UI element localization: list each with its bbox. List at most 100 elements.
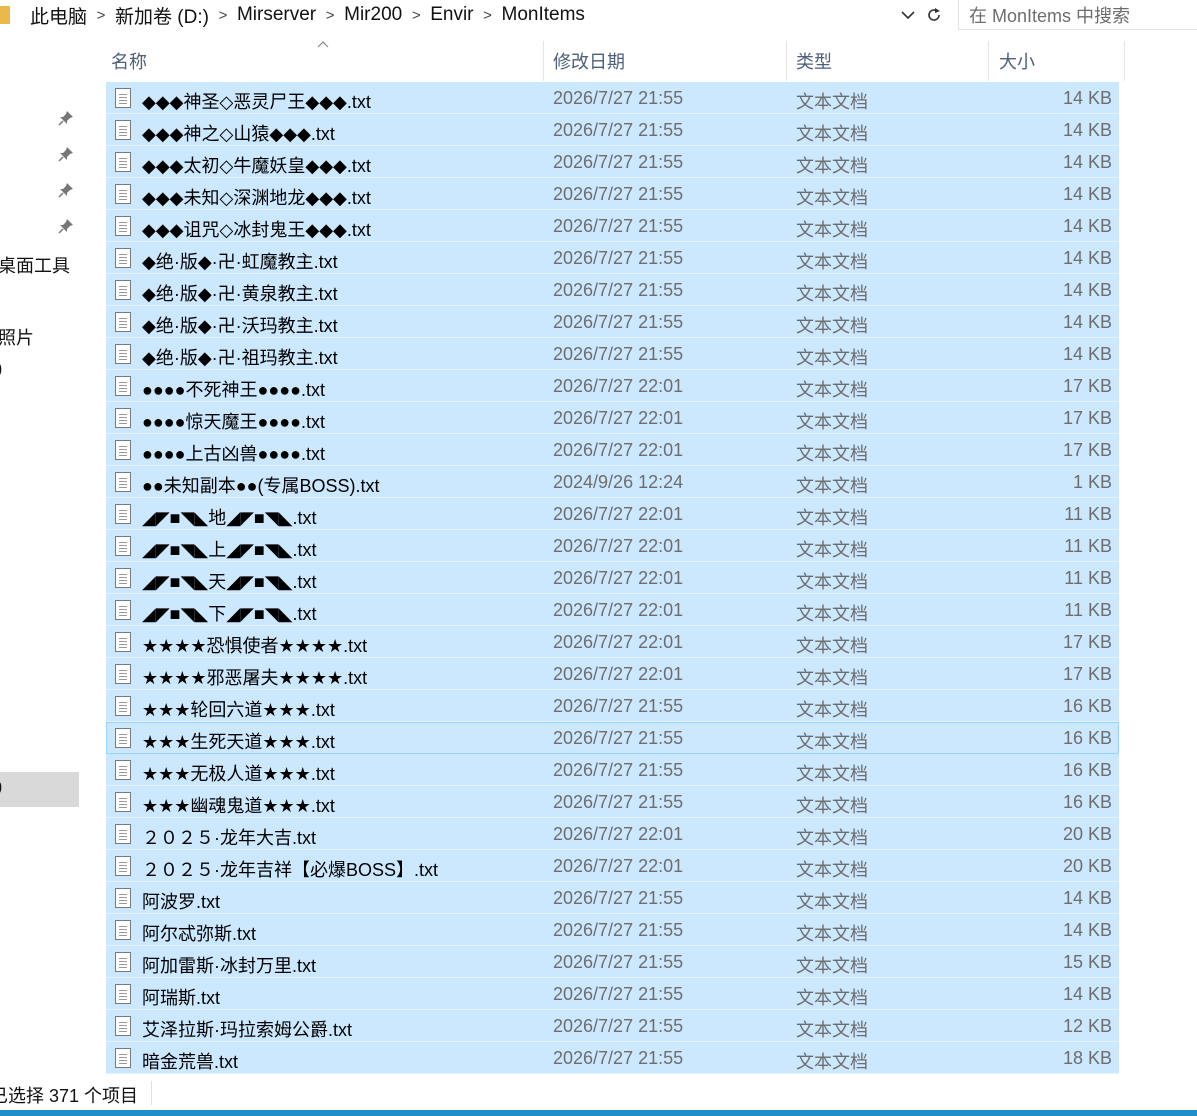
file-date: 2026/7/27 21:55	[553, 728, 684, 748]
file-date: 2026/7/27 22:01	[553, 568, 684, 588]
file-type: 文本文档	[796, 860, 868, 880]
text-file-icon	[115, 760, 131, 780]
file-size: 17 KB	[1062, 632, 1112, 652]
file-type: 文本文档	[796, 988, 868, 1008]
breadcrumb[interactable]: 此电脑 > 新加卷 (D:) > Mirserver > Mir200 > En…	[0, 0, 920, 30]
file-row[interactable]: ★★★无极人道★★★.txt 2026/7/27 21:55 文本文档 16 KB	[106, 754, 1119, 786]
file-size: 17 KB	[1062, 440, 1112, 460]
file-name: ★★★★邪恶屠夫★★★★.txt	[142, 668, 368, 688]
file-row[interactable]: ◢◤■◥◣天◢◤■◥◣.txt 2026/7/27 22:01 文本文档 11 KB	[106, 562, 1119, 594]
file-row[interactable]: 阿瑞斯.txt 2026/7/27 21:55 文本文档 14 KB	[106, 978, 1119, 1010]
file-row[interactable]: ◆绝·版◆·卍·虹魔教主.txt 2026/7/27 21:55 文本文档 14 KB	[106, 242, 1119, 274]
text-file-icon	[115, 600, 131, 620]
file-row[interactable]: 暗金荒兽.txt 2026/7/27 21:55 文本文档 18 KB	[106, 1042, 1119, 1074]
file-name: ●●●●惊天魔王●●●●.txt	[142, 412, 325, 432]
file-name: ◢◤■◥◣下◢◤■◥◣.txt	[142, 604, 317, 624]
crumb-monitems[interactable]: MonItems	[502, 4, 585, 26]
text-file-icon	[115, 1048, 131, 1068]
file-row[interactable]: ◢◤■◥◣地◢◤■◥◣.txt 2026/7/27 22:01 文本文档 11 KB	[106, 498, 1119, 530]
file-row[interactable]: 阿波罗.txt 2026/7/27 21:55 文本文档 14 KB	[106, 882, 1119, 914]
file-size: 17 KB	[1062, 376, 1112, 396]
text-file-icon	[115, 792, 131, 812]
search-input[interactable]: 在 MonItems 中搜索	[958, 0, 1197, 30]
file-row[interactable]: ★★★轮回六道★★★.txt 2026/7/27 21:55 文本文档 16 KB	[106, 690, 1119, 722]
chevron-right-icon[interactable]: >	[474, 7, 502, 24]
file-date: 2026/7/27 22:01	[553, 376, 684, 396]
column-header-type[interactable]: 类型	[791, 41, 989, 81]
text-file-icon	[115, 984, 131, 1004]
crumb-this-pc[interactable]: 此电脑	[30, 2, 87, 29]
address-history-chevron-down-icon[interactable]	[897, 4, 919, 26]
file-row[interactable]: ◆◆◆诅咒◇冰封鬼王◆◆◆.txt 2026/7/27 21:55 文本文档 14 K…	[106, 210, 1119, 242]
file-row[interactable]: 阿尔忒弥斯.txt 2026/7/27 21:55 文本文档 14 KB	[106, 914, 1119, 946]
crumb-drive[interactable]: 新加卷 (D:)	[115, 2, 209, 29]
file-row[interactable]: ●●●●不死神王●●●●.txt 2026/7/27 22:01 文本文档 17 KB	[106, 370, 1119, 402]
file-date: 2026/7/27 22:01	[553, 536, 684, 556]
file-name: ★★★生死天道★★★.txt	[142, 732, 335, 752]
file-name: ◆◆◆太初◇牛魔妖皇◆◆◆.txt	[142, 156, 371, 176]
nav-item-photos[interactable]: 照片	[0, 324, 34, 350]
file-row[interactable]: ◆◆◆神之◇山猿◆◆◆.txt 2026/7/27 21:55 文本文档 14 KB	[106, 114, 1119, 146]
column-header-size[interactable]: 大小	[994, 41, 1125, 81]
file-row[interactable]: ２０２５·龙年大吉.txt 2026/7/27 22:01 文本文档 20 KB	[106, 818, 1119, 850]
file-name: ◆绝·版◆·卍·虹魔教主.txt	[142, 252, 338, 272]
chevron-right-icon[interactable]: >	[209, 7, 237, 24]
text-file-icon	[115, 536, 131, 556]
file-row[interactable]: ●●●●惊天魔王●●●●.txt 2026/7/27 22:01 文本文档 17 KB	[106, 402, 1119, 434]
file-size: 14 KB	[1062, 344, 1112, 364]
file-row[interactable]: 阿加雷斯·冰封万里.txt 2026/7/27 21:55 文本文档 15 KB	[106, 946, 1119, 978]
file-row[interactable]: ★★★幽魂鬼道★★★.txt 2026/7/27 21:55 文本文档 16 KB	[106, 786, 1119, 818]
file-row[interactable]: ◆◆◆未知◇深渊地龙◆◆◆.txt 2026/7/27 21:55 文本文档 14 K…	[106, 178, 1119, 210]
file-row[interactable]: ◆绝·版◆·卍·沃玛教主.txt 2026/7/27 21:55 文本文档 14 KB	[106, 306, 1119, 338]
file-row[interactable]: ●●●●上古凶兽●●●●.txt 2026/7/27 22:01 文本文档 17 KB	[106, 434, 1119, 466]
file-row[interactable]: ２０２５·龙年吉祥【必爆BOSS】.txt 2026/7/27 22:01 文本文档…	[106, 850, 1119, 882]
file-date: 2026/7/27 22:01	[553, 504, 684, 524]
file-size: 16 KB	[1062, 728, 1112, 748]
file-size: 14 KB	[1062, 120, 1112, 140]
chevron-right-icon[interactable]: >	[316, 7, 344, 24]
chevron-right-icon[interactable]: >	[87, 7, 115, 24]
file-row[interactable]: ●●未知副本●●(专属BOSS).txt 2024/9/26 12:24 文本文档 1…	[106, 466, 1119, 498]
file-size: 17 KB	[1062, 664, 1112, 684]
file-row[interactable]: ◆绝·版◆·卍·黄泉教主.txt 2026/7/27 21:55 文本文档 14 KB	[106, 274, 1119, 306]
pin-icon[interactable]	[58, 182, 74, 198]
status-bar: 已选择 371 个项目	[0, 1077, 1197, 1110]
file-row[interactable]: ◆◆◆神圣◇恶灵尸王◆◆◆.txt 2026/7/27 21:55 文本文档 14 K…	[106, 82, 1119, 114]
nav-item-desktop-tools[interactable]: 桌面工具	[0, 252, 70, 278]
file-row[interactable]: ◢◤■◥◣下◢◤■◥◣.txt 2026/7/27 22:01 文本文档 11 KB	[106, 594, 1119, 626]
file-row[interactable]: ★★★★邪恶屠夫★★★★.txt 2026/7/27 22:01 文本文档 17 KB	[106, 658, 1119, 690]
file-size: 14 KB	[1062, 216, 1112, 236]
pin-icon[interactable]	[58, 110, 74, 126]
status-selection-count: 已选择 371 个项目	[0, 1086, 139, 1106]
text-file-icon	[115, 152, 131, 172]
file-date: 2026/7/27 22:01	[553, 664, 684, 684]
file-row[interactable]: ◆◆◆太初◇牛魔妖皇◆◆◆.txt 2026/7/27 21:55 文本文档 14 K…	[106, 146, 1119, 178]
file-name: ◢◤■◥◣天◢◤■◥◣.txt	[142, 572, 317, 592]
file-date: 2026/7/27 21:55	[553, 888, 684, 908]
file-row[interactable]: ★★★生死天道★★★.txt 2026/7/27 21:55 文本文档 16 KB	[106, 722, 1119, 754]
pin-icon[interactable]	[58, 218, 74, 234]
nav-item-selected[interactable]: 0	[0, 772, 79, 807]
file-date: 2026/7/27 22:01	[553, 824, 684, 844]
crumb-envir[interactable]: Envir	[430, 4, 473, 26]
refresh-icon[interactable]	[921, 2, 947, 28]
file-row[interactable]: 艾泽拉斯·玛拉索姆公爵.txt 2026/7/27 21:55 文本文档 12 KB	[106, 1010, 1119, 1042]
file-name: ●●●●不死神王●●●●.txt	[142, 380, 325, 400]
pin-icon[interactable]	[58, 146, 74, 162]
address-bar: 此电脑 > 新加卷 (D:) > Mirserver > Mir200 > En…	[0, 0, 1197, 30]
file-size: 1 KB	[1072, 472, 1112, 492]
nav-item-selected-label: 0	[0, 778, 2, 799]
file-row[interactable]: ★★★★恐惧使者★★★★.txt 2026/7/27 22:01 文本文档 17 KB	[106, 626, 1119, 658]
column-header-date[interactable]: 修改日期	[548, 41, 787, 81]
text-file-icon	[115, 344, 131, 364]
crumb-mirserver[interactable]: Mirserver	[237, 4, 316, 26]
crumb-mir200[interactable]: Mir200	[344, 4, 402, 26]
column-header-name[interactable]: 名称	[106, 41, 544, 81]
file-row[interactable]: ◆绝·版◆·卍·祖玛教主.txt 2026/7/27 21:55 文本文档 14 KB	[106, 338, 1119, 370]
chevron-right-icon[interactable]: >	[402, 7, 430, 24]
text-file-icon	[115, 1016, 131, 1036]
file-name: ★★★★恐惧使者★★★★.txt	[142, 636, 368, 656]
file-date: 2026/7/27 21:55	[553, 152, 684, 172]
nav-item-partial[interactable]: 0	[0, 360, 2, 381]
file-row[interactable]: ◢◤■◥◣上◢◤■◥◣.txt 2026/7/27 22:01 文本文档 11 KB	[106, 530, 1119, 562]
